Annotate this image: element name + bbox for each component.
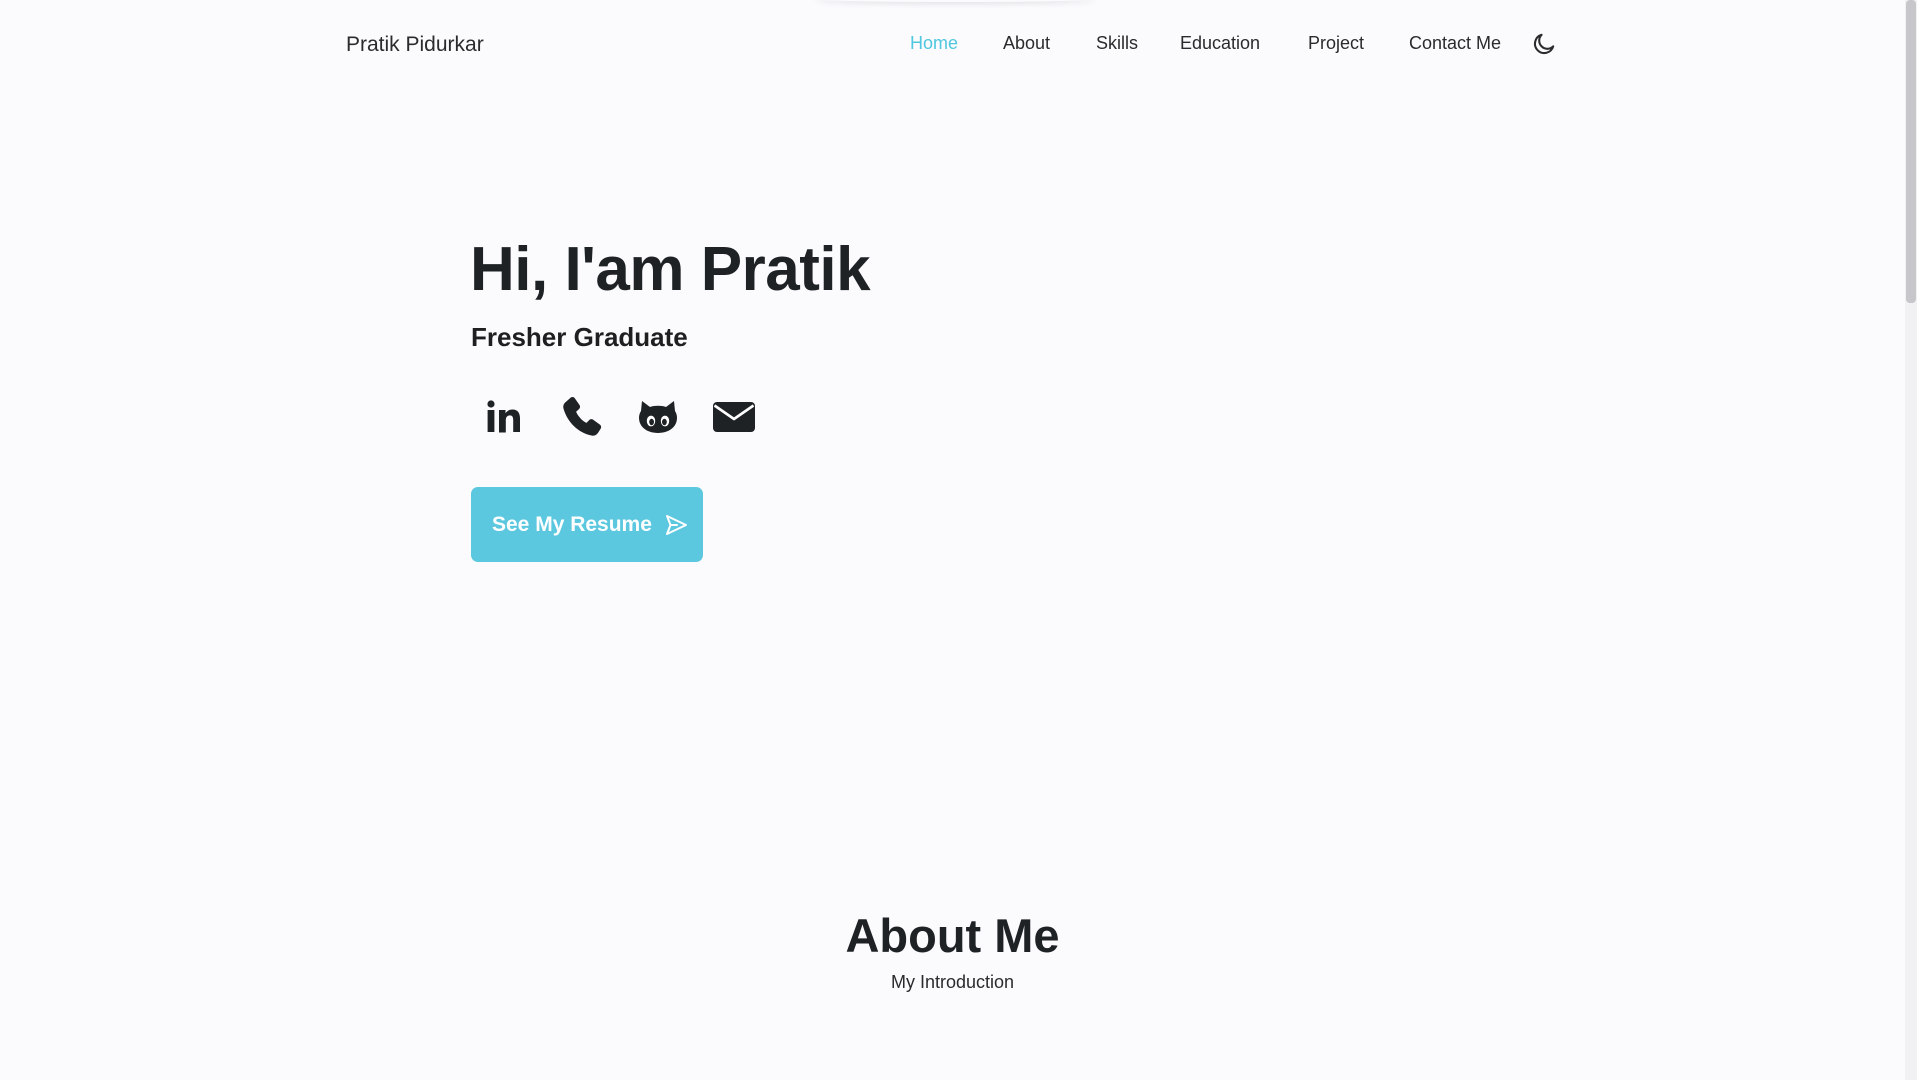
theme-toggle-button[interactable]	[1531, 31, 1557, 57]
scrollbar-thumb[interactable]	[1906, 0, 1916, 303]
email-icon	[713, 402, 755, 432]
page: Pratik Pidurkar Home About Skills Educat…	[0, 0, 1917, 1080]
nav-link-home[interactable]: Home	[910, 33, 958, 54]
hero-title: Hi, I'am Pratik	[470, 235, 871, 304]
send-icon	[665, 514, 687, 535]
main-nav: Home About Skills Education Project Cont…	[0, 33, 1905, 61]
nav-link-about[interactable]: About	[1003, 33, 1050, 54]
vertical-scrollbar[interactable]	[1905, 0, 1917, 1080]
about-section-subtitle: My Introduction	[890, 972, 1015, 992]
phone-icon	[563, 396, 602, 436]
site-header: Pratik Pidurkar Home About Skills Educat…	[0, 0, 1905, 90]
moon-icon	[1533, 33, 1555, 55]
hero-subtitle: Fresher Graduate	[471, 322, 688, 352]
about-section-title: About Me	[845, 909, 1060, 962]
nav-link-skills[interactable]: Skills	[1096, 33, 1138, 54]
email-link[interactable]	[710, 393, 758, 441]
phone-link[interactable]	[558, 393, 606, 441]
linkedin-icon	[487, 400, 520, 433]
github-link[interactable]	[634, 393, 682, 441]
social-links	[470, 393, 770, 443]
linkedin-link[interactable]	[482, 393, 530, 441]
github-icon	[639, 401, 677, 433]
see-resume-button[interactable]: See My Resume	[471, 487, 703, 562]
nav-link-education[interactable]: Education	[1180, 33, 1260, 54]
nav-link-project[interactable]: Project	[1308, 33, 1364, 54]
see-resume-label: See My Resume	[492, 512, 652, 536]
nav-link-contact[interactable]: Contact Me	[1409, 33, 1501, 54]
